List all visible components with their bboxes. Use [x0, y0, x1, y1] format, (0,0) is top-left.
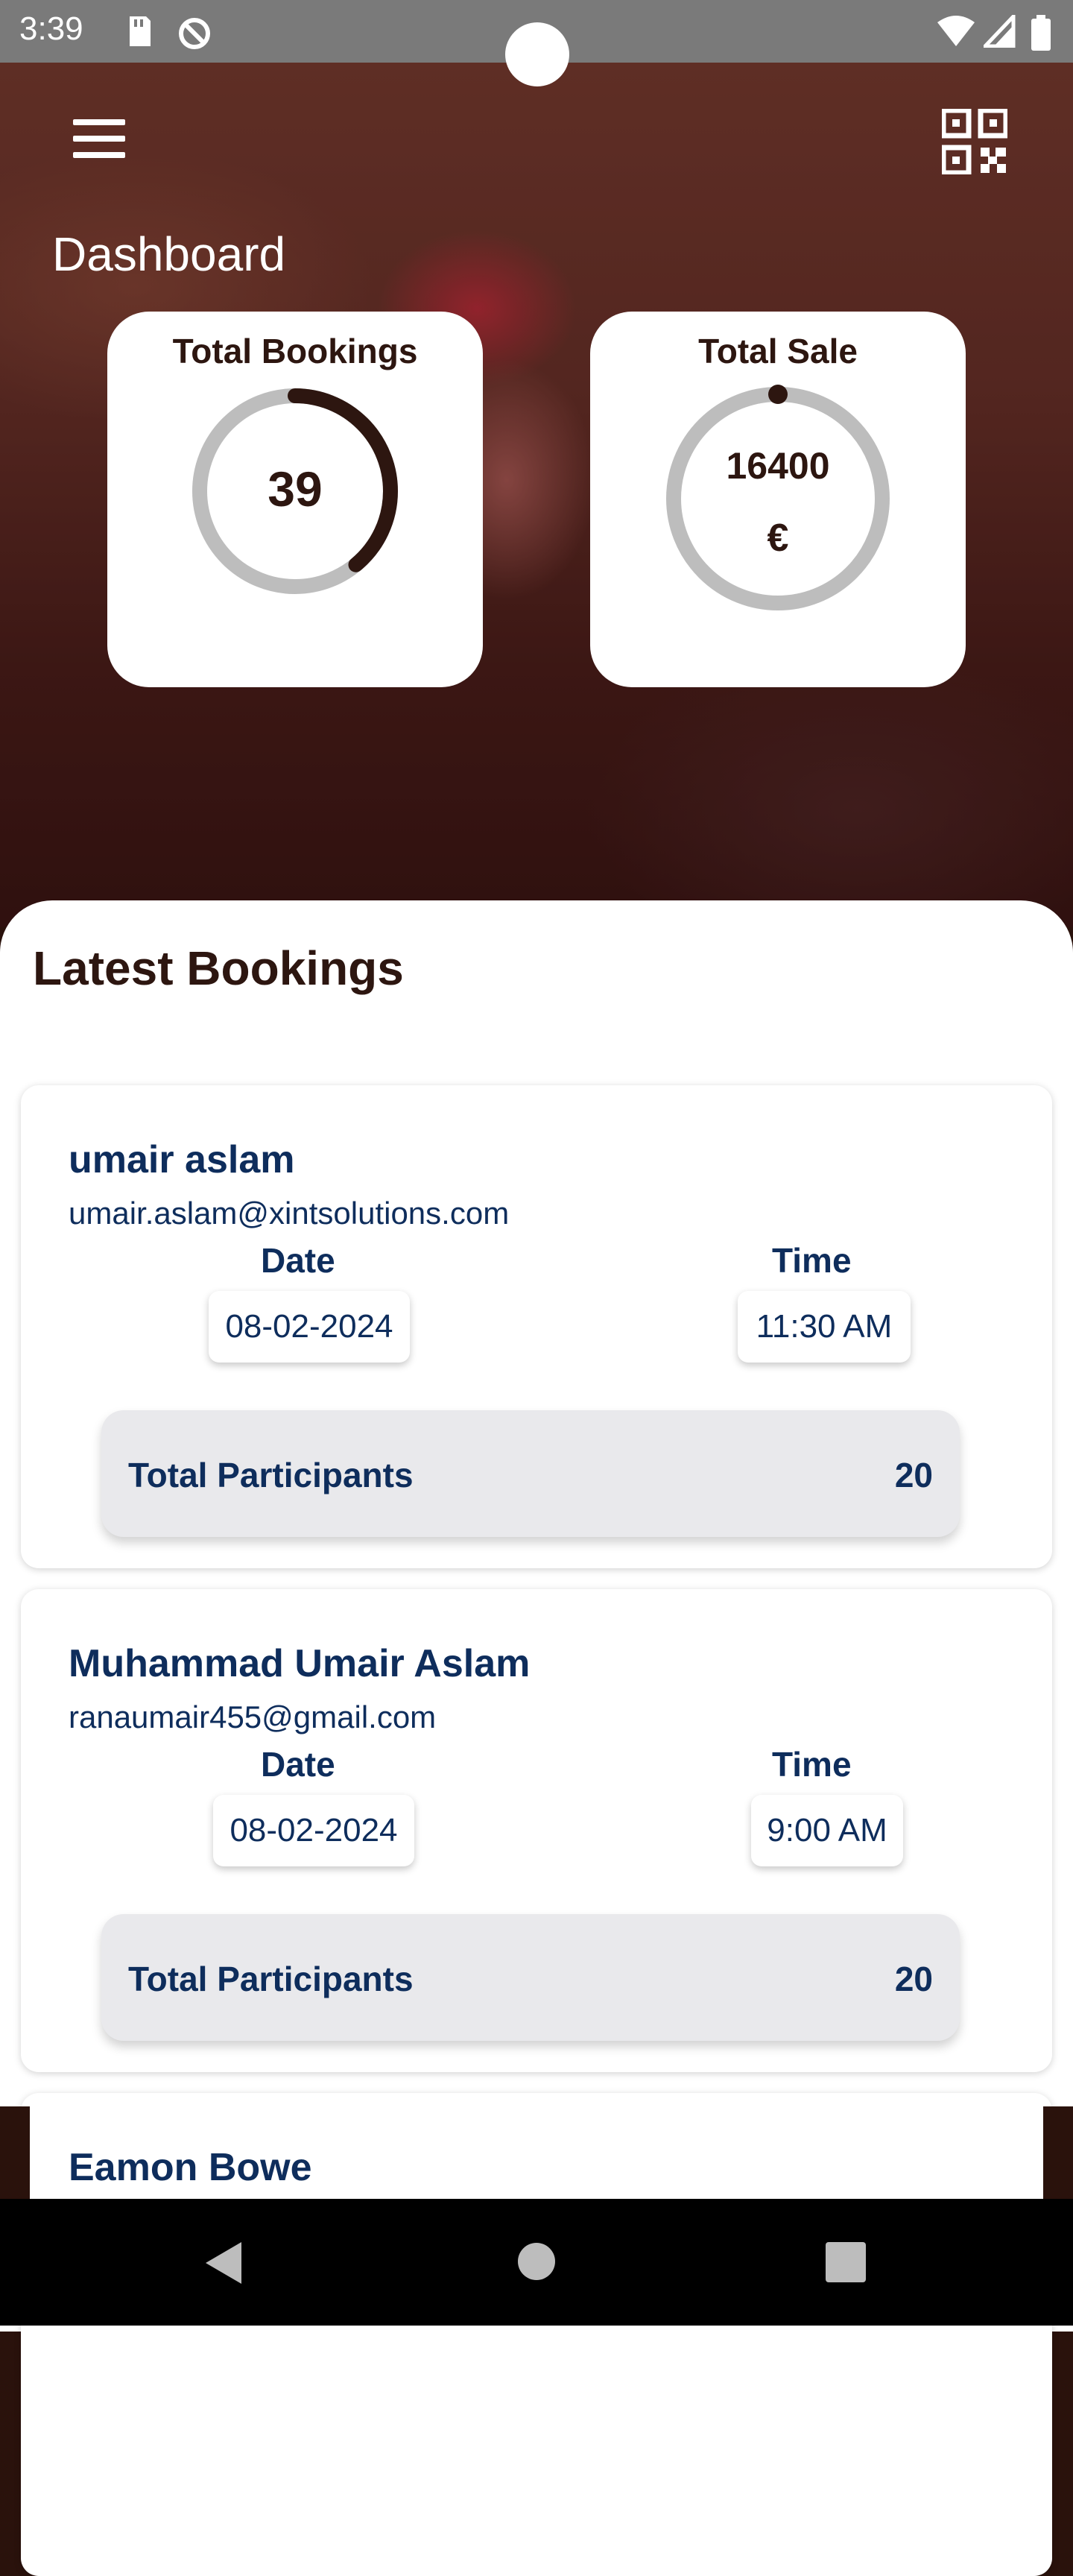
- camera-cutout: [505, 22, 569, 86]
- participants-count: 20: [894, 1456, 933, 1494]
- total-bookings-card: Total Bookings 39: [107, 312, 483, 687]
- back-icon[interactable]: [203, 2241, 244, 2285]
- booking-email: ranaumair455@gmail.com: [69, 1699, 437, 1734]
- recents-icon[interactable]: [826, 2242, 866, 2282]
- no-sync-icon: [179, 18, 210, 49]
- participants-label: Total Participants: [128, 1960, 414, 1998]
- booking-card[interactable]: Eamon Bowe: [21, 2093, 1052, 2576]
- latest-bookings-sheet: Latest Bookings umair aslam umair.aslam@…: [0, 900, 1073, 2576]
- total-bookings-label: Total Bookings: [172, 332, 418, 370]
- system-nav-bar: [0, 2199, 1073, 2326]
- battery-icon: [1031, 15, 1051, 51]
- total-sale-progress-dot: [768, 385, 788, 404]
- signal-icon: [984, 15, 1016, 48]
- participants-box: Total Participants 20: [101, 1914, 960, 2041]
- hamburger-menu-icon[interactable]: [73, 119, 125, 161]
- booking-time: 11:30 AM: [738, 1291, 911, 1363]
- participants-box: Total Participants 20: [101, 1410, 960, 1537]
- wifi-icon: [937, 16, 975, 46]
- booking-date: 08-02-2024: [209, 1291, 410, 1363]
- edge-strip-right: [1043, 2106, 1073, 2199]
- total-sale-card: Total Sale 16400 €: [590, 312, 966, 687]
- total-sale-label: Total Sale: [698, 332, 858, 370]
- total-sale-currency: €: [767, 517, 789, 560]
- booking-date: 08-02-2024: [213, 1795, 414, 1866]
- latest-bookings-title: Latest Bookings: [33, 941, 404, 995]
- qr-code-icon[interactable]: [942, 109, 1007, 174]
- edge-strip-left: [0, 2106, 30, 2199]
- booking-email: umair.aslam@xintsolutions.com: [69, 1196, 510, 1231]
- participants-label: Total Participants: [128, 1456, 414, 1494]
- booking-card[interactable]: umair aslam umair.aslam@xintsolutions.co…: [21, 1085, 1052, 1568]
- booking-name: umair aslam: [69, 1138, 295, 1181]
- sd-card-icon: [130, 16, 151, 46]
- date-label: Date: [261, 1241, 335, 1280]
- page-title: Dashboard: [52, 227, 286, 281]
- total-bookings-value: 39: [268, 461, 323, 517]
- booking-card[interactable]: Muhammad Umair Aslam ranaumair455@gmail.…: [21, 1589, 1052, 2072]
- time-label: Time: [772, 1745, 852, 1784]
- total-sale-value: 16400: [726, 445, 830, 487]
- participants-count: 20: [894, 1960, 933, 1998]
- booking-time: 9:00 AM: [751, 1795, 903, 1866]
- time-label: Time: [772, 1241, 852, 1280]
- booking-name: Muhammad Umair Aslam: [69, 1642, 531, 1685]
- status-time: 3:39: [19, 10, 83, 47]
- home-icon[interactable]: [517, 2242, 556, 2281]
- hero-background: Dashboard Total Bookings 39 Total Sale 1…: [0, 63, 1073, 927]
- booking-name: Eamon Bowe: [69, 2146, 312, 2189]
- date-label: Date: [261, 1745, 335, 1784]
- total-sale-ring: [666, 385, 890, 610]
